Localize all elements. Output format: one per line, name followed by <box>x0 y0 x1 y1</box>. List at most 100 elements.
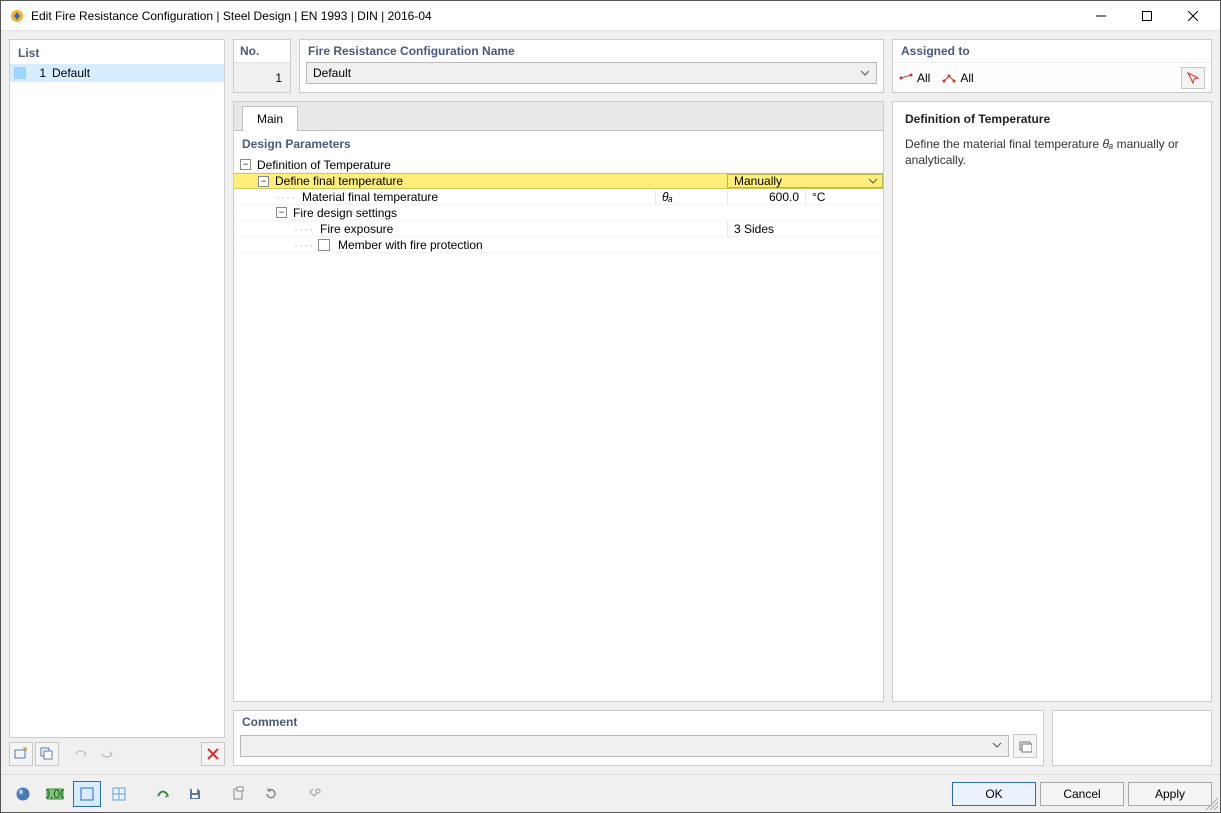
help-panel: Definition of Temperature Define the mat… <box>892 101 1212 702</box>
assigned-header: Assigned to <box>893 40 1211 62</box>
apply-button[interactable]: Apply <box>1128 782 1212 806</box>
chevron-down-icon <box>992 740 1002 750</box>
titlebar: Edit Fire Resistance Configuration | Ste… <box>1 1 1220 31</box>
checkbox[interactable] <box>318 239 330 251</box>
member-set-icon <box>942 73 956 83</box>
top-row: No. 1 Fire Resistance Configuration Name… <box>233 39 1212 93</box>
name-box: Fire Resistance Configuration Name Defau… <box>299 39 884 93</box>
include-button[interactable] <box>69 742 93 766</box>
export-button[interactable] <box>149 781 177 807</box>
params-header: Design Parameters <box>234 131 883 157</box>
help-text-symbol: θₐ <box>1102 137 1113 151</box>
params-box: Design Parameters − Definition of Temper… <box>234 130 883 701</box>
tabs-area: Main Design Parameters − Definition of T… <box>233 101 884 702</box>
list-item-index: 1 <box>30 66 46 80</box>
comment-pick-button[interactable] <box>1013 734 1037 758</box>
mid-row: Main Design Parameters − Definition of T… <box>233 101 1212 702</box>
row-fire-exposure[interactable]: ···· Fire exposure 3 Sides <box>234 221 883 237</box>
number-value[interactable]: 1 <box>234 62 290 92</box>
comment-header: Comment <box>234 711 1043 733</box>
bottom-toolbar: 0,00 OK Cancel Apply <box>1 774 1220 812</box>
clipboard-button[interactable] <box>225 781 253 807</box>
assigned-box: Assigned to All All <box>892 39 1212 93</box>
left-panel: List 1 Default <box>9 39 225 766</box>
window-title: Edit Fire Resistance Configuration | Ste… <box>31 9 1078 23</box>
list-header: List <box>10 40 224 64</box>
new-item-button[interactable] <box>9 742 33 766</box>
assigned-members[interactable]: All <box>899 71 930 85</box>
help-title: Definition of Temperature <box>905 112 1199 126</box>
collapse-icon[interactable]: − <box>240 159 251 170</box>
chevron-down-icon <box>860 68 870 78</box>
value-cell[interactable]: 600.0 <box>727 190 805 204</box>
maximize-button[interactable] <box>1124 1 1170 31</box>
help-button[interactable] <box>9 781 37 807</box>
number-box: No. 1 <box>233 39 291 93</box>
comment-row: Comment <box>233 710 1212 766</box>
assigned-body: All All <box>893 62 1211 92</box>
dropdown-value: Manually <box>734 174 782 188</box>
number-header: No. <box>234 40 290 62</box>
units-button[interactable]: 0,00 <box>41 781 69 807</box>
help-text-prefix: Define the material final temperature <box>905 137 1102 151</box>
tab-main[interactable]: Main <box>242 106 298 131</box>
row-material-final-temperature[interactable]: ···· Material final temperature θₐ 600.0… <box>234 189 883 205</box>
resize-grip[interactable] <box>1206 798 1218 810</box>
view-mode-1-button[interactable] <box>73 781 101 807</box>
list-body[interactable]: 1 Default <box>10 64 224 737</box>
delete-item-button[interactable] <box>201 742 225 766</box>
comment-input[interactable] <box>240 735 1009 757</box>
collapse-icon[interactable]: − <box>258 176 269 187</box>
unit-cell: °C <box>805 190 883 204</box>
collapse-icon[interactable]: − <box>276 207 287 218</box>
assigned-member-sets[interactable]: All <box>942 71 973 85</box>
settings-button[interactable] <box>301 781 329 807</box>
list-item-label: Default <box>52 66 90 80</box>
tree-leaf-icon: ···· <box>294 222 314 236</box>
row-definition-of-temperature[interactable]: − Definition of Temperature <box>234 157 883 173</box>
preview-box <box>1052 710 1212 766</box>
tabstrip: Main <box>234 102 883 130</box>
copy-item-button[interactable] <box>35 742 59 766</box>
member-icon <box>899 73 913 83</box>
tree-leaf-icon: ···· <box>294 238 314 252</box>
help-text: Define the material final temperature θₐ… <box>905 136 1199 168</box>
row-label: Member with fire protection <box>336 238 727 252</box>
row-label: Material final temperature <box>300 190 655 204</box>
row-label: Fire exposure <box>318 222 727 236</box>
name-header: Fire Resistance Configuration Name <box>300 40 883 62</box>
value-cell[interactable]: 3 Sides <box>727 222 883 236</box>
row-label: Define final temperature <box>273 174 727 188</box>
chevron-down-icon <box>868 176 878 186</box>
symbol-cell: θₐ <box>655 190 727 204</box>
center-column: No. 1 Fire Resistance Configuration Name… <box>233 39 1212 766</box>
row-label: Fire design settings <box>291 206 883 220</box>
content-area: List 1 Default <box>1 31 1220 774</box>
view-mode-2-button[interactable] <box>105 781 133 807</box>
app-icon <box>9 8 25 24</box>
assigned-all-label-1: All <box>917 71 930 85</box>
cancel-button[interactable]: Cancel <box>1040 782 1124 806</box>
define-final-dropdown[interactable]: Manually <box>727 174 883 188</box>
pick-in-view-button[interactable] <box>1181 67 1205 89</box>
row-label: Definition of Temperature <box>255 158 883 172</box>
list-item-color-swatch <box>14 67 26 79</box>
minimize-button[interactable] <box>1078 1 1124 31</box>
svg-text:0,00: 0,00 <box>46 787 64 801</box>
list-item[interactable]: 1 Default <box>10 64 224 82</box>
tree-leaf-icon: ···· <box>276 190 296 204</box>
close-button[interactable] <box>1170 1 1216 31</box>
row-fire-design-settings[interactable]: − Fire design settings <box>234 205 883 221</box>
name-dropdown[interactable]: Default <box>306 62 877 84</box>
exclude-button[interactable] <box>95 742 119 766</box>
name-value: Default <box>313 66 351 80</box>
list-panel: List 1 Default <box>9 39 225 738</box>
row-member-fire-protection[interactable]: ···· Member with fire protection <box>234 237 883 253</box>
params-tree: − Definition of Temperature − Define fin… <box>234 157 883 253</box>
list-toolbar <box>9 742 225 766</box>
save-button[interactable] <box>181 781 209 807</box>
comment-box: Comment <box>233 710 1044 766</box>
ok-button[interactable]: OK <box>952 782 1036 806</box>
reset-button[interactable] <box>257 781 285 807</box>
row-define-final-temperature[interactable]: − Define final temperature Manually <box>234 173 883 189</box>
